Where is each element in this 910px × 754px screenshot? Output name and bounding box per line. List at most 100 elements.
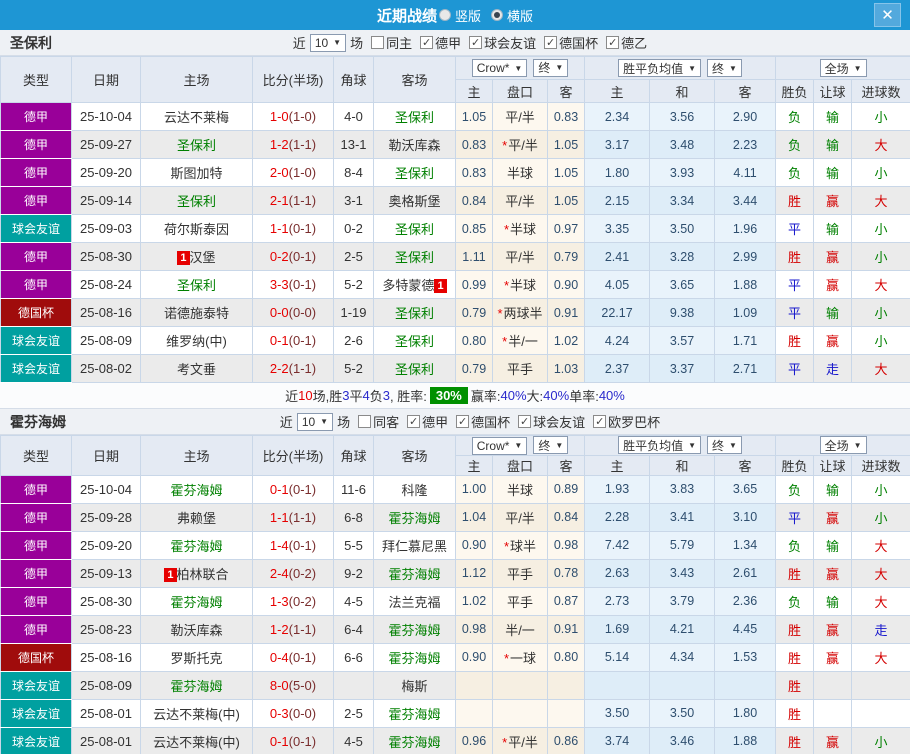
odds-company-select[interactable]: Crow* ▼ bbox=[471, 59, 528, 78]
table-row: 德甲 25-08-30 1 汉堡 0-2(0-1) 2-5 圣保利 1.11 平/半 0.79 2.… bbox=[0, 242, 910, 271]
fulltime-select[interactable]: 全场 ▼ bbox=[819, 59, 867, 77]
odds-company-select[interactable]: Crow* ▼ bbox=[471, 436, 528, 455]
away-team: 霍芬海姆 bbox=[373, 726, 456, 754]
corners: 2-5 bbox=[333, 242, 374, 271]
odds-home bbox=[455, 698, 493, 728]
col-header-0: 类型 bbox=[0, 56, 72, 103]
same-venue-checkbox[interactable]: 同客 bbox=[358, 412, 399, 431]
sub-header-3: 主 bbox=[584, 79, 651, 103]
sub-header-1: 盘口 bbox=[492, 79, 548, 103]
odds-time-select[interactable]: 终 ▼ bbox=[533, 436, 569, 454]
result-wdl: 胜 bbox=[775, 726, 815, 754]
avg-draw: 3.93 bbox=[649, 158, 716, 187]
fulltime-select[interactable]: 全场 ▼ bbox=[819, 436, 867, 455]
away-team: 奥格斯堡 bbox=[373, 186, 456, 215]
checkbox-icon[interactable]: ✓ bbox=[456, 415, 470, 428]
checkbox-icon[interactable]: ✓ bbox=[518, 415, 532, 428]
checkbox-icon[interactable]: ✓ bbox=[407, 415, 421, 428]
avg-time-select[interactable]: 终 ▼ bbox=[707, 436, 742, 455]
odds-home: 0.84 bbox=[455, 186, 493, 215]
result-goals: 走 bbox=[851, 614, 910, 644]
avg-home: 4.24 bbox=[584, 326, 651, 355]
sub-header-2: 客 bbox=[546, 454, 586, 476]
league-filter-checkbox[interactable]: ✓ 德国杯 bbox=[544, 33, 598, 52]
table-row: 德甲 25-09-14 圣保利 2-1(1-1) 3-1 奥格斯堡 0.84 平/半 1.05 2… bbox=[0, 186, 910, 215]
win-rate-badge: 30% bbox=[429, 387, 468, 404]
avg-home: 2.28 bbox=[584, 502, 651, 532]
chevron-down-icon: ▼ bbox=[555, 440, 564, 450]
col-header-4: 角球 bbox=[333, 435, 374, 476]
odds-home: 0.80 bbox=[455, 326, 493, 355]
checkbox-icon[interactable] bbox=[371, 36, 385, 49]
odds-away: 0.90 bbox=[546, 270, 586, 299]
home-team: 罗斯托克 bbox=[140, 642, 253, 672]
result-handicap-text: 输 bbox=[826, 538, 840, 554]
avg-odds-select[interactable]: 胜平负均值 ▼ bbox=[618, 436, 702, 455]
checkbox-icon[interactable] bbox=[358, 415, 372, 428]
league-filter-checkbox[interactable]: ✓ 德国杯 bbox=[456, 412, 510, 431]
avg-home: 3.35 bbox=[584, 214, 651, 243]
checkbox-icon[interactable]: ✓ bbox=[420, 36, 434, 49]
checkbox-icon[interactable]: ✓ bbox=[544, 36, 558, 49]
league-filter-checkbox[interactable]: ✓ 德甲 bbox=[407, 412, 448, 431]
avg-away: 1.96 bbox=[714, 214, 777, 243]
result-handicap: 赢 bbox=[813, 642, 853, 672]
result-handicap-text: 赢 bbox=[826, 194, 840, 209]
radio-vertical-layout[interactable]: 竖版 bbox=[438, 6, 481, 25]
league-filter-checkbox[interactable]: ✓ 球会友谊 bbox=[469, 33, 536, 52]
score: 1-3(0-2) bbox=[252, 586, 334, 616]
avg-time-select[interactable]: 终 ▼ bbox=[707, 59, 742, 77]
section-team-name: 霍芬海姆 bbox=[10, 413, 66, 430]
league-badge: 德国杯 bbox=[0, 642, 72, 672]
radio-icon[interactable] bbox=[491, 9, 503, 21]
league-filter-checkbox[interactable]: ✓ 欧罗巴杯 bbox=[593, 412, 660, 431]
table-row: 德甲 25-09-27 圣保利 1-2(1-1) 13-1 勒沃库森 0.83 *平/半 1.0… bbox=[0, 130, 910, 159]
avg-draw: 3.28 bbox=[649, 242, 716, 271]
result-handicap: 赢 bbox=[813, 502, 853, 532]
result-goals bbox=[851, 698, 910, 728]
score: 1-2(1-1) bbox=[252, 614, 334, 644]
recent-count-select[interactable]: 10 ▼ bbox=[296, 412, 334, 431]
home-team: 霍芬海姆 bbox=[140, 586, 253, 616]
league-filter-checkbox[interactable]: ✓ 德乙 bbox=[606, 33, 647, 52]
away-team: 圣保利 bbox=[373, 326, 456, 355]
result-handicap: 输 bbox=[813, 158, 853, 187]
corners: 6-6 bbox=[333, 642, 374, 672]
odds-away bbox=[546, 698, 586, 728]
avg-draw: 3.56 bbox=[649, 102, 716, 131]
avg-home bbox=[584, 670, 651, 700]
sub-header-6: 胜负 bbox=[775, 79, 815, 103]
same-venue-checkbox[interactable]: 同主 bbox=[371, 33, 412, 52]
away-team: 霍芬海姆 bbox=[373, 698, 456, 728]
league-badge: 球会友谊 bbox=[0, 726, 72, 754]
odds-home: 1.04 bbox=[455, 502, 493, 532]
score: 0-3(0-0) bbox=[252, 698, 334, 728]
radio-vertical-label: 竖版 bbox=[454, 8, 481, 24]
page-title: 近期战绩 bbox=[376, 7, 437, 25]
col-header-5: 客场 bbox=[373, 56, 456, 103]
odds-time-select[interactable]: 终 ▼ bbox=[533, 58, 569, 77]
score: 0-1(0-1) bbox=[252, 474, 334, 504]
checkbox-icon[interactable]: ✓ bbox=[593, 415, 607, 428]
table-row: 球会友谊 25-08-09 维罗纳(中) 0-1(0-1) 2-6 圣保利 0.80 *半/一… bbox=[0, 326, 910, 355]
close-button[interactable]: ✕ bbox=[874, 3, 901, 27]
avg-odds-select[interactable]: 胜平负均值 ▼ bbox=[618, 59, 702, 77]
recent-count-select[interactable]: 10 ▼ bbox=[309, 33, 347, 52]
sub-header-8: 进球数 bbox=[851, 79, 910, 103]
result-wdl-text: 负 bbox=[788, 110, 802, 125]
league-filter-checkbox[interactable]: ✓ 德甲 bbox=[420, 33, 461, 52]
corners: 6-4 bbox=[333, 614, 374, 644]
checkbox-icon[interactable]: ✓ bbox=[606, 36, 620, 49]
league-badge: 球会友谊 bbox=[0, 214, 72, 243]
corners: 8-4 bbox=[333, 158, 374, 187]
checkbox-icon[interactable]: ✓ bbox=[469, 36, 483, 49]
result-goals: 小 bbox=[851, 298, 910, 327]
sub-header-5: 客 bbox=[714, 454, 777, 476]
score: 1-1(1-1) bbox=[252, 502, 334, 532]
odds-away: 0.78 bbox=[546, 558, 586, 588]
home-team: 考文垂 bbox=[140, 354, 253, 383]
corners: 4-5 bbox=[333, 586, 374, 616]
radio-icon[interactable] bbox=[438, 9, 451, 21]
radio-horizontal-layout[interactable]: 横版 bbox=[491, 6, 533, 25]
league-filter-checkbox[interactable]: ✓ 球会友谊 bbox=[518, 412, 585, 431]
